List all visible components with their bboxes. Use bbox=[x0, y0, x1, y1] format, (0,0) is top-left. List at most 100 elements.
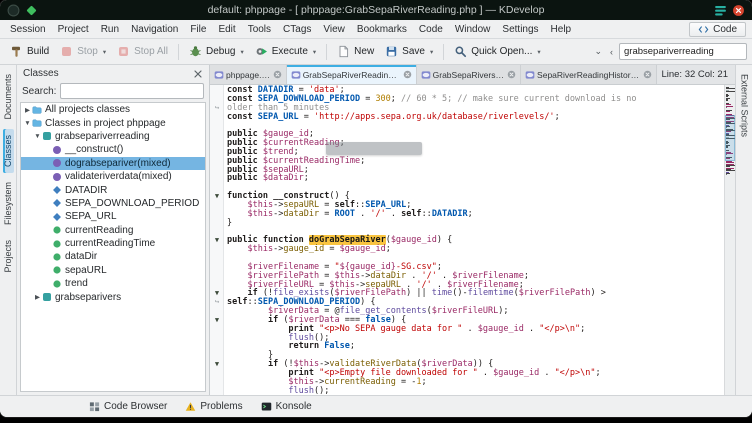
menu-session[interactable]: Session bbox=[4, 22, 52, 37]
fold-marker-icon[interactable]: ▼ bbox=[210, 360, 224, 369]
toolbar-search-input[interactable] bbox=[619, 43, 747, 60]
menu-tools[interactable]: Tools bbox=[242, 22, 277, 37]
sidebar-tab-documents[interactable]: Documents bbox=[3, 68, 14, 126]
tab-close-icon[interactable] bbox=[507, 70, 516, 79]
tree-item-grabsepariverreading[interactable]: ▼grabsepariverreading bbox=[21, 130, 205, 143]
quick-open-button[interactable]: Quick Open...▾ bbox=[449, 42, 545, 61]
stop-button[interactable]: Stop▾ bbox=[55, 42, 111, 61]
menu-bookmarks[interactable]: Bookmarks bbox=[351, 22, 413, 37]
menu-navigation[interactable]: Navigation bbox=[125, 22, 184, 37]
expander-icon[interactable]: ▼ bbox=[33, 133, 42, 140]
tree-item-classes-in-project-phppage[interactable]: ▼Classes in project phppage bbox=[21, 116, 205, 129]
gutter-cell bbox=[210, 130, 224, 139]
menu-project[interactable]: Project bbox=[52, 22, 95, 37]
tab-close-icon[interactable] bbox=[273, 70, 282, 79]
tree-item--construct-[interactable]: __construct() bbox=[21, 143, 205, 156]
tab-close-icon[interactable] bbox=[643, 70, 652, 79]
menu-code[interactable]: Code bbox=[413, 22, 449, 37]
chevron-down-icon[interactable]: ⌄ bbox=[592, 46, 604, 57]
tree-item-datadir[interactable]: dataDir bbox=[21, 250, 205, 263]
expander-icon[interactable]: ▶ bbox=[33, 293, 42, 301]
problems-toggle[interactable]: Problems bbox=[180, 399, 247, 414]
code-editor[interactable]: const DATADIR = 'data';const SEPA_DOWNLO… bbox=[210, 85, 735, 395]
menu-run[interactable]: Run bbox=[95, 22, 125, 37]
minimap-viewport[interactable] bbox=[725, 115, 735, 161]
method-icon bbox=[52, 145, 62, 155]
fold-marker-icon[interactable]: ▼ bbox=[210, 316, 224, 325]
tree-item-validateriverdata-mixed-[interactable]: validateriverdata(mixed) bbox=[21, 170, 205, 183]
menu-view[interactable]: View bbox=[317, 22, 351, 37]
workspace-icon[interactable] bbox=[714, 4, 727, 17]
gutter-cell bbox=[210, 174, 224, 183]
tab-grabsepariverreading[interactable]: GrabSepaRiverReading.php bbox=[287, 65, 417, 84]
konsole-toggle[interactable]: Konsole bbox=[256, 399, 317, 414]
tree-item-datadir[interactable]: DATADIR bbox=[21, 183, 205, 196]
gutter-cell bbox=[210, 378, 224, 387]
menu-file[interactable]: File bbox=[184, 22, 212, 37]
tree-item-grabseparivers[interactable]: ▶grabseparivers bbox=[21, 290, 205, 303]
execute-button[interactable]: Execute▾ bbox=[250, 42, 321, 61]
tree-item-label: currentReading bbox=[65, 225, 133, 236]
field-icon bbox=[52, 225, 62, 235]
sidebar-tab-filesystem[interactable]: Filesystem bbox=[3, 176, 14, 231]
wrap-marker-icon: ↪ bbox=[210, 104, 224, 113]
tree-item-label: sepaURL bbox=[65, 265, 107, 276]
fold-marker-icon[interactable]: ▼ bbox=[210, 192, 224, 201]
tree-item-currentreadingtime[interactable]: currentReadingTime bbox=[21, 237, 205, 250]
gutter-cell bbox=[210, 272, 224, 281]
save-button[interactable]: Save▾ bbox=[380, 42, 438, 61]
menu-window[interactable]: Window bbox=[449, 22, 497, 37]
gutter-cell bbox=[210, 219, 224, 228]
gutter-cell bbox=[210, 121, 224, 130]
code-line: $this->dataDir = ROOT . '/' . self::DATA… bbox=[210, 210, 724, 219]
menu-settings[interactable]: Settings bbox=[496, 22, 544, 37]
tree-item-dograbsepariver-mixed-[interactable]: dograbsepariver(mixed) bbox=[21, 157, 205, 170]
debug-button[interactable]: Debug▾ bbox=[184, 42, 249, 61]
tab-phppage[interactable]: phppage.php bbox=[210, 65, 287, 84]
minimap-scrollbar[interactable] bbox=[724, 85, 735, 395]
titlebar[interactable]: default: phppage - [ phppage:GrabSepaRiv… bbox=[0, 0, 752, 20]
dropdown-caret-icon: ▾ bbox=[430, 48, 433, 56]
close-panel-icon[interactable] bbox=[193, 69, 203, 79]
new-button[interactable]: New bbox=[332, 42, 379, 61]
tree-item-all-projects-classes[interactable]: ▶All projects classes bbox=[21, 103, 205, 116]
tab-label: SepaRiverReadingHistory.php bbox=[537, 70, 641, 80]
code-browser-toggle[interactable]: Code Browser bbox=[84, 399, 172, 414]
menu-ctags[interactable]: CTags bbox=[277, 22, 317, 37]
class-icon bbox=[42, 131, 52, 141]
chevron-left-icon[interactable]: ‹ bbox=[608, 47, 615, 57]
area-switcher-code[interactable]: Code bbox=[689, 22, 746, 37]
field-icon bbox=[52, 265, 62, 275]
menu-edit[interactable]: Edit bbox=[212, 22, 241, 37]
app-menu-icon[interactable] bbox=[7, 4, 20, 17]
tab-separiverreadinghistory[interactable]: SepaRiverReadingHistory.php bbox=[521, 65, 657, 84]
tree-item-sepa-url[interactable]: SEPA_URL bbox=[21, 210, 205, 223]
classes-search-input[interactable] bbox=[60, 83, 204, 99]
tree-item-sepaurl[interactable]: sepaURL bbox=[21, 264, 205, 277]
tree-item-sepa-download-period[interactable]: SEPA_DOWNLOAD_PERIOD bbox=[21, 197, 205, 210]
close-window-icon[interactable] bbox=[732, 4, 745, 17]
classes-panel: Classes Search: ▶All projects classes▼Cl… bbox=[17, 65, 210, 395]
sidebar-tab-projects[interactable]: Projects bbox=[3, 234, 14, 279]
tab-grabseparivers[interactable]: GrabSepaRivers.php bbox=[417, 65, 521, 84]
fold-marker-icon[interactable]: ▼ bbox=[210, 236, 224, 245]
code-text: $this->gauge_id = $gauge_id; bbox=[224, 245, 391, 254]
sidebar-tab-external-scripts[interactable]: External Scripts bbox=[739, 68, 750, 143]
gutter-cell bbox=[210, 263, 224, 272]
toolbar: BuildStop▾Stop All Debug▾Execute▾ NewSave▾… bbox=[0, 39, 752, 65]
menu-help[interactable]: Help bbox=[545, 22, 578, 37]
expander-icon[interactable]: ▶ bbox=[23, 106, 32, 114]
tree-item-currentreading[interactable]: currentReading bbox=[21, 224, 205, 237]
gutter-cell bbox=[210, 113, 224, 122]
build-button[interactable]: Build bbox=[5, 42, 54, 61]
gutter-cell bbox=[210, 369, 224, 378]
field-icon bbox=[52, 279, 62, 289]
stop-all-button[interactable]: Stop All bbox=[112, 42, 173, 61]
classes-search-row: Search: bbox=[17, 81, 209, 102]
sidebar-tab-classes[interactable]: Classes bbox=[3, 129, 14, 173]
tree-item-label: dataDir bbox=[65, 251, 97, 262]
tree-item-trend[interactable]: trend bbox=[21, 277, 205, 290]
expander-icon[interactable]: ▼ bbox=[23, 120, 32, 127]
tab-close-icon[interactable] bbox=[403, 70, 412, 79]
code-line: const SEPA_URL = 'http://apps.sepa.org.u… bbox=[210, 113, 724, 122]
